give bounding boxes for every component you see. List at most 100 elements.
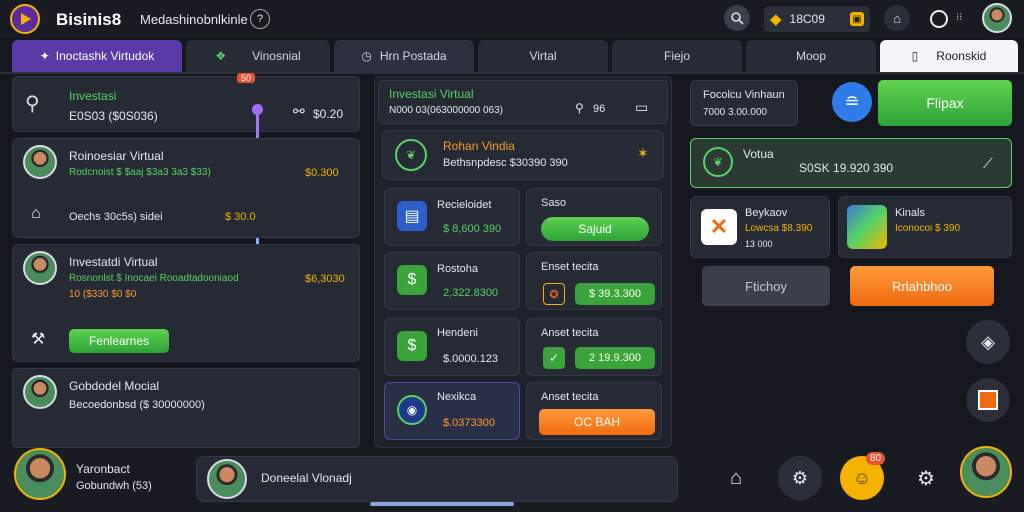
- bell-icon[interactable]: ⚲: [575, 101, 584, 115]
- footer-user-name: Yaronbact: [76, 462, 130, 476]
- home-icon[interactable]: ⌂: [714, 456, 758, 500]
- help-icon[interactable]: ?: [250, 9, 270, 29]
- app-logo[interactable]: [10, 4, 40, 34]
- tab-label: Vinosnial: [252, 49, 301, 63]
- footer-user-sub: Gobundwh (53): [76, 480, 152, 492]
- image-icon[interactable]: ▭: [635, 99, 648, 116]
- app-card[interactable]: ✕ Beykaov Lowcsa $8.390 13 000: [690, 196, 830, 258]
- tab-label: Inoctashk Virtudok: [55, 49, 155, 63]
- button-label: Fenlearnes: [88, 334, 150, 348]
- user-name: Roinoesiar Virtual: [69, 149, 164, 163]
- secondary-button[interactable]: Ftichoy: [702, 266, 830, 306]
- app-card[interactable]: Kinals Iconocoi $ 390: [838, 196, 1012, 258]
- coin-add-icon[interactable]: ▣: [850, 12, 864, 26]
- chat-avatar: [207, 459, 247, 499]
- promo-card[interactable]: ❦ Rohan Vindia Bethsnpdesc $30390 390 ✶: [382, 130, 664, 180]
- primary-button[interactable]: Rrlahbhoo: [850, 266, 994, 306]
- user-card[interactable]: Gobdodel Mocial Becoedonbsd ($ 30000000): [12, 368, 360, 448]
- link-icon[interactable]: ⚯: [293, 103, 305, 120]
- action-label: Anset tecita: [541, 327, 599, 339]
- asset-value: $ 8,600 390: [443, 223, 502, 235]
- settings-icon[interactable]: [930, 10, 948, 28]
- info-sub: 7000 3.00.000: [703, 107, 767, 118]
- button-label: Ftichoy: [745, 278, 787, 294]
- card-amount: $0.20: [313, 107, 344, 121]
- chat-bar[interactable]: Doneelal Vlonadj: [196, 456, 678, 502]
- asset-row[interactable]: ◉ Nexikca $.0373300: [384, 382, 520, 440]
- wand-icon[interactable]: ⟋: [983, 155, 993, 172]
- asset-row[interactable]: $ Rostoha 2,322.8300: [384, 252, 520, 310]
- notification-badge: 80: [866, 452, 886, 465]
- money-icon: $: [397, 265, 427, 295]
- value-pill[interactable]: $ 39.3.300: [575, 283, 655, 305]
- action-cell: Saso Sajuid: [526, 188, 662, 246]
- user-card[interactable]: Investatdi Virtual Rosnonlst $ Inocaei R…: [12, 244, 360, 362]
- middle-count: 96: [593, 103, 606, 115]
- scroll-indicator[interactable]: [370, 502, 514, 506]
- asset-row[interactable]: $ Hendeni $.0000.123: [384, 318, 520, 376]
- app-title: Beykaov: [745, 207, 788, 219]
- user-line: Rosnonlst $ Inocaei Rooadtadooniaod: [69, 273, 239, 284]
- user-card[interactable]: Roinoesiar Virtual Rodcnoist $ $aaj $3a3…: [12, 138, 360, 238]
- tab-fiejo[interactable]: Fiejo: [612, 40, 742, 72]
- asset-name: Hendeni: [437, 327, 478, 339]
- footer-profile-avatar[interactable]: [960, 446, 1012, 498]
- star-icon: ✶: [637, 145, 649, 161]
- investment-card[interactable]: ⚲ Investasi E0S03 ($0S036) 50 ⚯ $0.20: [12, 73, 360, 132]
- app-name: Bisinis8: [56, 10, 122, 29]
- tab-label: Moop: [795, 49, 827, 63]
- target-icon: ◉: [397, 395, 427, 425]
- leaf-badge-icon: ❦: [703, 147, 733, 177]
- menu-icon[interactable]: ⁝⁝: [956, 12, 962, 23]
- profile-avatar[interactable]: [982, 3, 1012, 33]
- tab-virtal[interactable]: Virtal: [478, 40, 608, 72]
- value-pill[interactable]: 2 19.9.300: [575, 347, 655, 369]
- button-label: OC BAH: [573, 415, 620, 429]
- action-button[interactable]: Sajuid: [541, 217, 649, 241]
- bank-icon[interactable]: ≘: [832, 82, 872, 122]
- tab-label: Roonskid: [936, 49, 987, 63]
- tag-icon: ✦: [39, 49, 50, 63]
- action-label: Anset tecita: [541, 391, 599, 403]
- settings-gear-icon[interactable]: ⚙: [904, 456, 948, 500]
- tab-vinosnial[interactable]: ❖ Vinosnial: [186, 40, 330, 72]
- action-label: Enset tecita: [541, 261, 599, 273]
- tab-inoctashk[interactable]: ✦ Inoctashk Virtudok: [12, 40, 182, 72]
- flip-button[interactable]: Flipax: [878, 80, 1012, 126]
- tab-postada[interactable]: ◷ Hrn Postada: [334, 40, 474, 72]
- action-button[interactable]: OC BAH: [539, 409, 655, 435]
- document-icon: ▯: [911, 49, 919, 63]
- app-line-2: 13 000: [745, 239, 773, 249]
- pill-label: 2 19.9.300: [589, 352, 641, 364]
- tab-moop[interactable]: Moop: [746, 40, 876, 72]
- tab-label: Virtal: [529, 49, 557, 63]
- action-cell: Anset tecita ✓ 2 19.9.300: [526, 318, 662, 376]
- gift-icon[interactable]: [966, 378, 1010, 422]
- action-cell: Enset tecita ✪ $ 39.3.300: [526, 252, 662, 310]
- game-art-icon: [847, 205, 887, 249]
- tab-roonskid[interactable]: ▯ Roonskid: [880, 40, 1018, 72]
- asset-name: Rostoha: [437, 263, 478, 275]
- summary-card[interactable]: ❦ Votua S0SK 19.920 390 ⟋: [690, 138, 1012, 188]
- user-value: $6,3030: [305, 273, 345, 285]
- action-cell: Anset tecita OC BAH: [526, 382, 662, 440]
- asset-row[interactable]: ▤ Recieloidet $ 8,600 390: [384, 188, 520, 246]
- footer-avatar[interactable]: [14, 448, 66, 500]
- user-line-2: 10 ($330 $0 $0: [69, 289, 137, 300]
- row-label: Oechs 30c5s) sidei: [69, 211, 163, 223]
- action-label: Saso: [541, 197, 567, 209]
- app-x-icon: ✕: [701, 209, 737, 245]
- tag-action-icon[interactable]: ◈: [966, 320, 1010, 364]
- pill-label: $ 39.3.300: [589, 288, 641, 300]
- info-title: Focolcu Vinhaun: [703, 89, 785, 101]
- coins-counter[interactable]: ◆ 18C09 ▣: [764, 6, 870, 32]
- learn-button[interactable]: Fenlearnes: [69, 329, 169, 353]
- asset-value: 2,322.8300: [443, 287, 499, 299]
- search-icon[interactable]: [724, 5, 750, 31]
- gear-tool-icon[interactable]: ⚙: [778, 456, 822, 500]
- summary-value: S0SK 19.920 390: [799, 161, 894, 175]
- button-label: Rrlahbhoo: [892, 278, 952, 294]
- middle-sub: N000 03(063000000 063): [389, 105, 503, 116]
- row-value: $ 30.0: [225, 211, 256, 223]
- inbox-icon[interactable]: ⌂: [884, 5, 910, 31]
